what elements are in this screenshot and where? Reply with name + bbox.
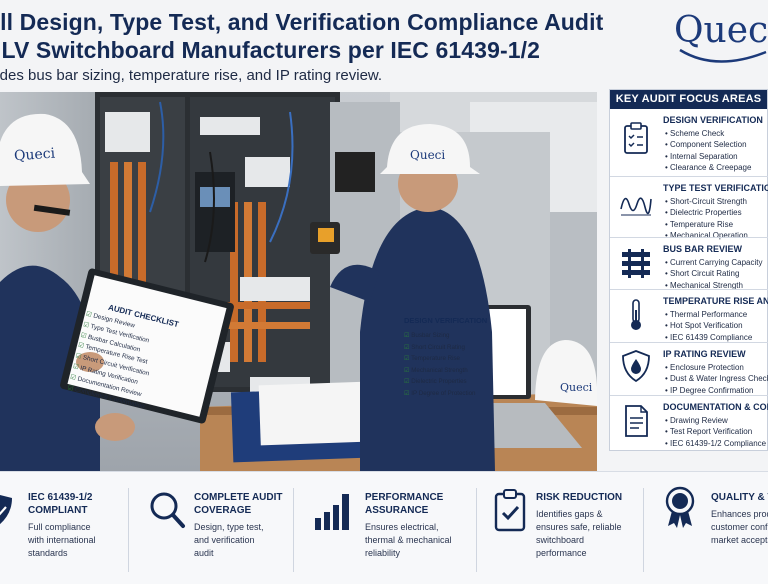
clipboard-check-icon	[494, 489, 526, 532]
focus-title: TEMPERATURE RISE ANALY	[663, 296, 768, 306]
feature-risk-reduction: RISK REDUCTION Identifies gaps & ensures…	[488, 472, 643, 584]
feature-description: Ensures electrical, thermal & mechanical…	[365, 522, 452, 558]
laptop-screen: DESIGN VERIFICATION ☑ Busbar Sizing ☑ Sh…	[404, 316, 522, 400]
helmet-logo-right: Queci	[410, 148, 446, 162]
focus-title: TYPE TEST VERIFICATION	[663, 183, 768, 193]
focus-item: Internal Separation	[665, 151, 751, 162]
page-title-line-1: ull Design, Type Test, and Verification …	[0, 9, 604, 35]
panel-heading: KEY AUDIT FOCUS AREAS	[610, 90, 767, 109]
focus-item: Short Circuit Rating	[665, 268, 763, 279]
shield-check-icon	[0, 495, 12, 524]
feature-quality: QUALITY & T Enhances prod customer confi…	[655, 472, 768, 584]
bar-chart-icon	[315, 494, 349, 530]
document-icon	[625, 405, 648, 437]
focus-item: Clearance & Creepage	[665, 162, 751, 173]
feature-title: PERFORMANCE ASSURANCE	[365, 492, 444, 516]
hero-photo: Queci Queci Queci AUDIT CHECKLIST ☑ Desi…	[0, 92, 597, 471]
focus-item: Test Report Verification	[665, 426, 766, 437]
feature-description: Design, type test, and verification audi…	[194, 522, 264, 558]
focus-title: IP RATING REVIEW	[663, 349, 746, 359]
feature-compliant: IEC 61439-1/2 COMPLIANT Full compliance …	[0, 472, 130, 584]
focus-item: Short-Circuit Strength	[665, 196, 748, 207]
focus-item: Thermal Performance	[665, 309, 752, 320]
page-subtitle: ludes bus bar sizing, temperature rise, …	[0, 67, 383, 84]
focus-section-documentation: DOCUMENTATION & COMP Drawing Review Test…	[610, 395, 768, 450]
laptop-screen-title: DESIGN VERIFICATION	[404, 316, 488, 325]
divider	[476, 488, 477, 572]
key-focus-panel: KEY AUDIT FOCUS AREAS DESIGN VERIFICATIO…	[609, 89, 768, 451]
busbar-icon	[622, 249, 650, 278]
laptop-item: ☑ IP Degree of Protection	[404, 389, 476, 397]
logo-swoosh-icon	[679, 48, 767, 63]
brand-logo: Queci	[674, 10, 768, 51]
feature-title: QUALITY & T	[711, 492, 768, 503]
focus-item: Temperature Rise	[665, 219, 748, 230]
focus-section-temperature: TEMPERATURE RISE ANALY Thermal Performan…	[610, 289, 768, 342]
feature-title: IEC 61439-1/2 COMPLIANT	[28, 492, 93, 516]
focus-title: DESIGN VERIFICATION	[663, 115, 763, 125]
feature-description: Enhances prod customer confi market acce…	[711, 509, 768, 545]
focus-section-type-test: TYPE TEST VERIFICATION Short-Circuit Str…	[610, 176, 768, 240]
magnifier-icon	[150, 492, 185, 528]
award-icon	[665, 486, 695, 528]
laptop-item: ☑ Mechanical Strength	[404, 366, 468, 374]
focus-item: Hot Spot Verification	[665, 320, 752, 331]
feature-coverage: COMPLETE AUDIT COVERAGE Design, type tes…	[140, 472, 295, 584]
feature-title: RISK REDUCTION	[536, 492, 623, 503]
focus-item: Enclosure Protection	[665, 362, 768, 373]
divider	[128, 488, 129, 572]
hero-illustration	[0, 92, 597, 471]
benefits-strip: IEC 61439-1/2 COMPLIANT Full compliance …	[0, 471, 768, 584]
focus-item: IEC 61439-1/2 Compliance	[665, 438, 766, 449]
helmet-logo-table: Queci	[560, 381, 593, 394]
focus-title: BUS BAR REVIEW	[663, 244, 743, 254]
feature-description: Full compliance with international stand…	[28, 522, 96, 558]
shield-drop-icon	[622, 350, 650, 383]
focus-item: Scheme Check	[665, 128, 751, 139]
focus-section-design: DESIGN VERIFICATION Scheme Check Compone…	[610, 109, 768, 176]
feature-performance: PERFORMANCE ASSURANCE Ensures electrical…	[305, 472, 480, 584]
divider	[643, 488, 644, 572]
page-title-line-2: r LV Switchboard Manufacturers per IEC 6…	[0, 37, 540, 63]
waveform-icon	[620, 197, 652, 216]
focus-title: DOCUMENTATION & COMP	[663, 402, 768, 412]
clipboard-check-icon	[624, 122, 648, 154]
focus-item: Current Carrying Capacity	[665, 257, 762, 268]
header: ull Design, Type Test, and Verification …	[0, 0, 768, 92]
focus-item: Drawing Review	[665, 415, 766, 426]
divider	[293, 488, 294, 572]
feature-description: Identifies gaps & ensures safe, reliable…	[536, 509, 622, 558]
laptop-item: ☑ Dielectric Properties	[404, 378, 467, 386]
focus-section-ip-rating: IP RATING REVIEW Enclosure Protection Du…	[610, 342, 768, 395]
focus-item: Component Selection	[665, 139, 751, 150]
focus-section-busbar: BUS BAR REVIEW Current Carrying Capacity…	[610, 237, 768, 290]
laptop-item: ☑ Short Circuit Rating	[404, 343, 465, 351]
laptop-item: ☑ Busbar Sizing	[404, 332, 450, 339]
focus-item: Dielectric Properties	[665, 207, 748, 218]
focus-item: Dust & Water Ingress Check	[665, 373, 768, 384]
laptop-item: ☑ Temperature Rise	[404, 355, 460, 363]
thermometer-icon	[631, 299, 641, 330]
helmet-logo-left: Queci	[13, 145, 56, 165]
feature-title: COMPLETE AUDIT COVERAGE	[194, 492, 283, 516]
